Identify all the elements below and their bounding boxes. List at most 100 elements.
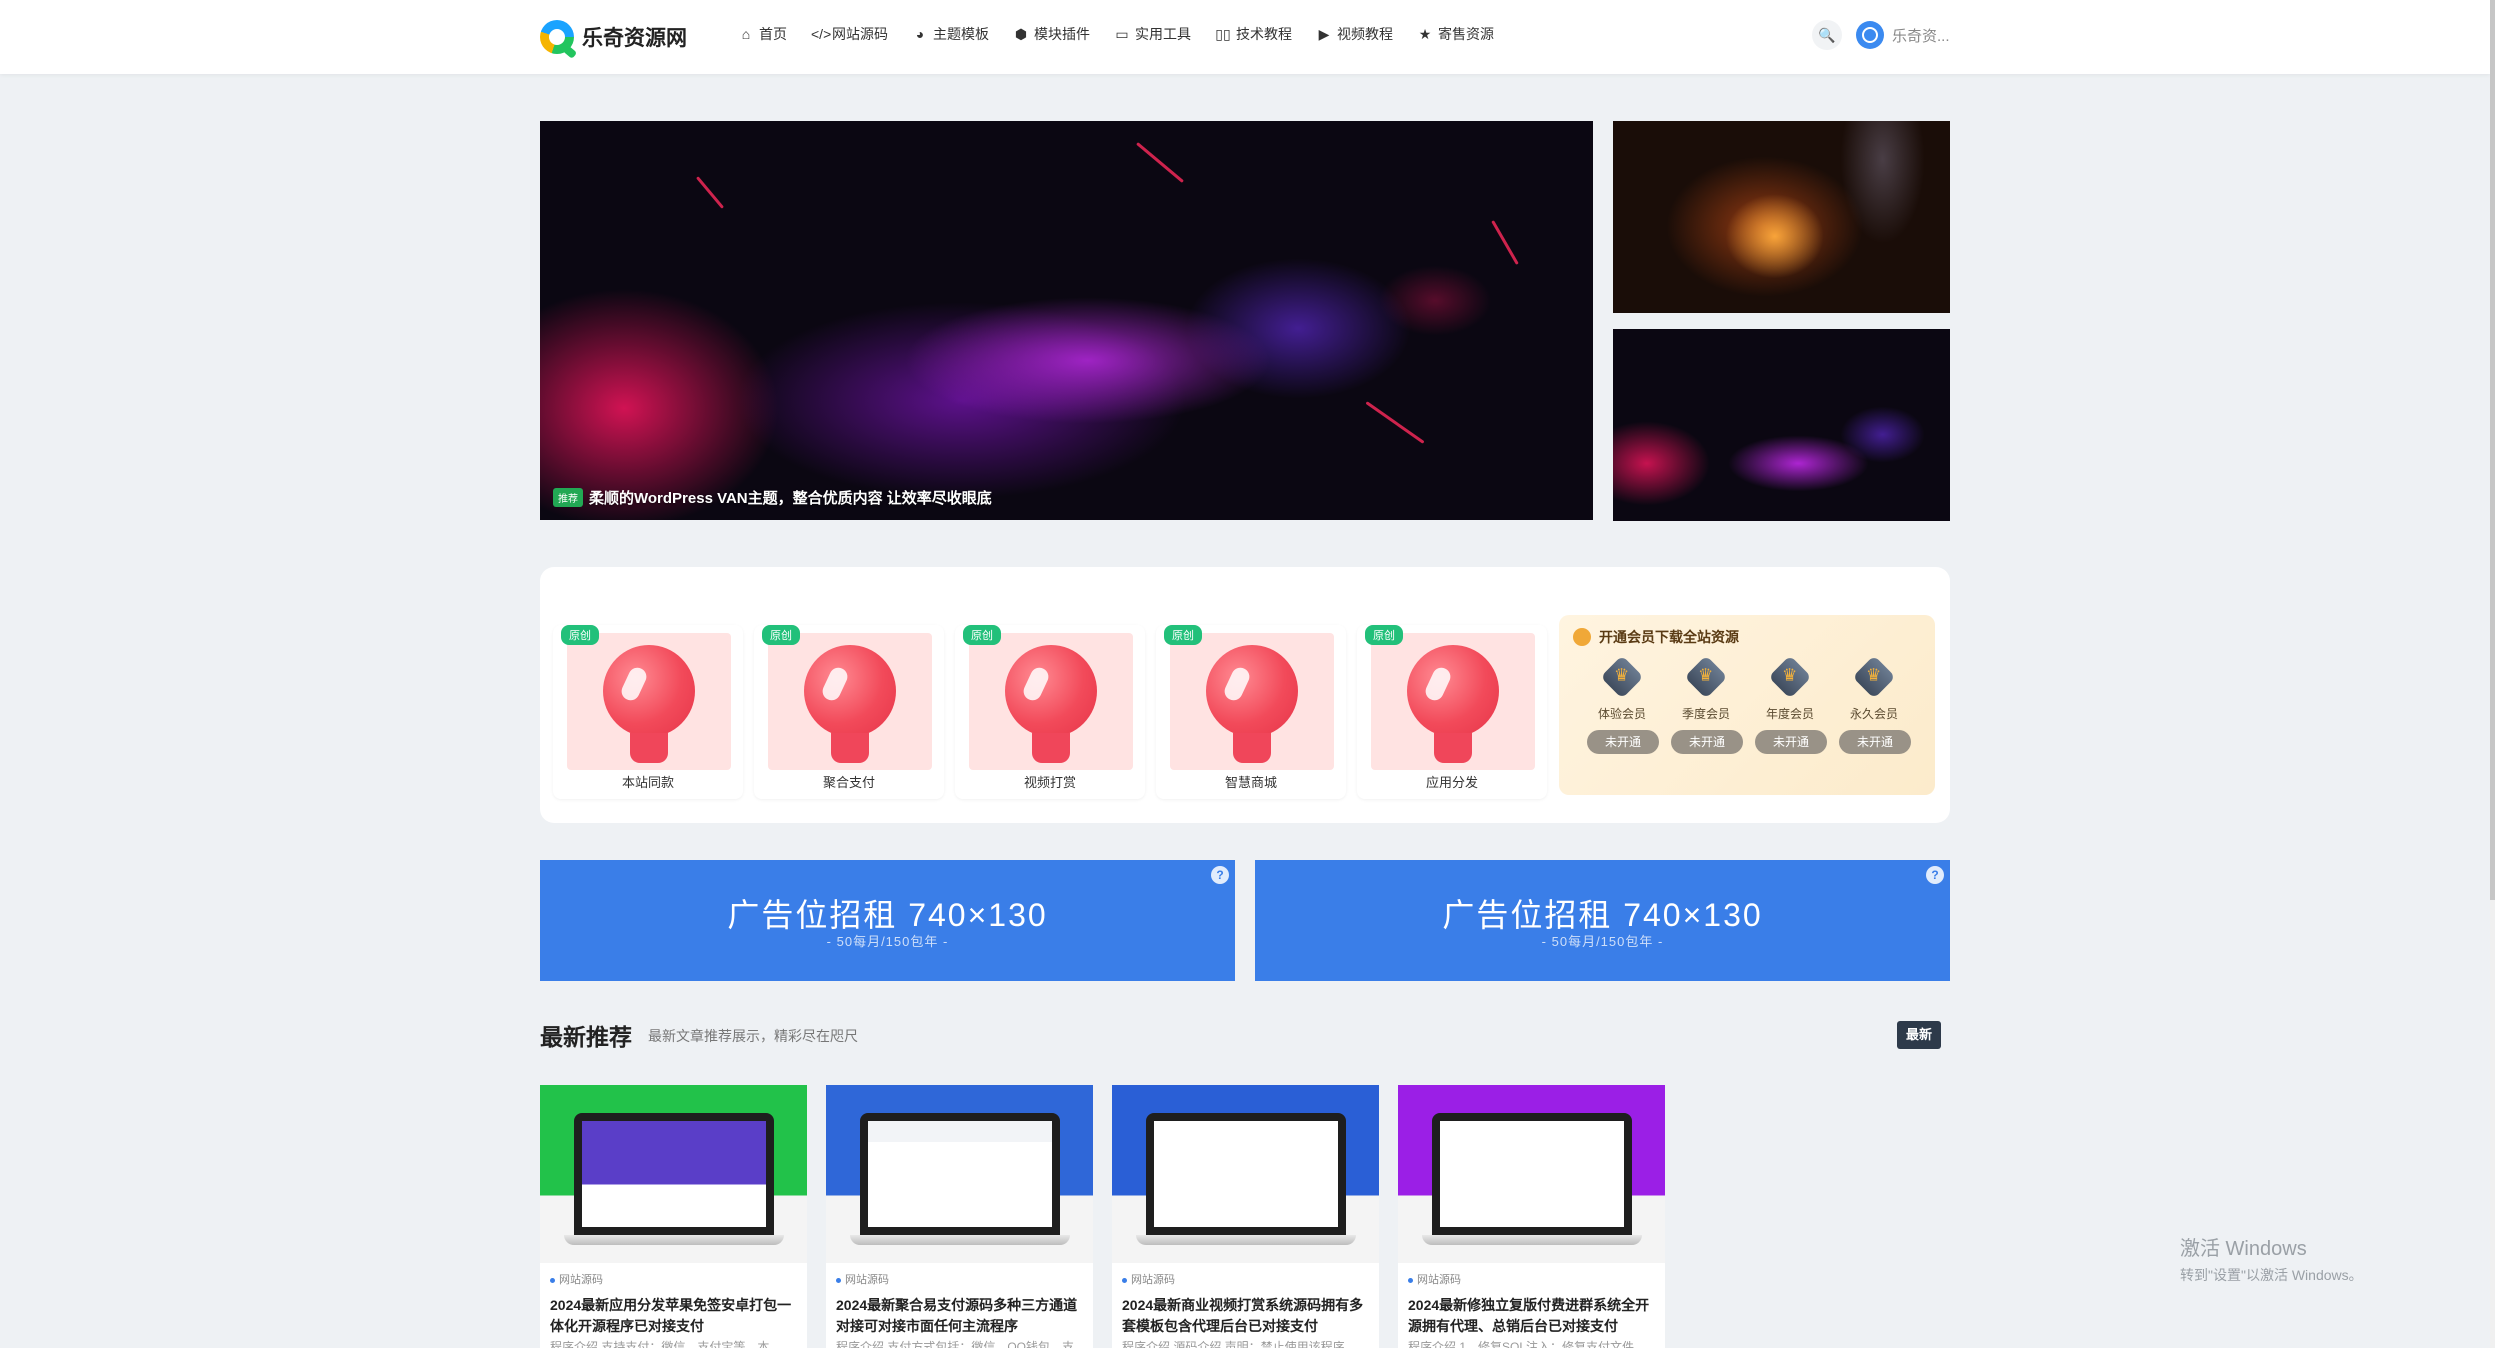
original-badge: 原创 xyxy=(963,625,1001,645)
decor-streak xyxy=(1491,220,1519,265)
search-button[interactable]: 🔍 xyxy=(1812,20,1842,50)
palette-icon: ◕ xyxy=(915,26,925,42)
feature-item[interactable]: 原创 聚合支付 xyxy=(754,625,944,799)
banner-title[interactable]: 柔顺的WordPress VAN主题，整合优质内容 让效率尽收眼底 xyxy=(589,487,992,508)
banner-caption: 推荐 柔顺的WordPress VAN主题，整合优质内容 让效率尽收眼底 xyxy=(553,487,992,508)
avatar[interactable] xyxy=(1856,21,1884,49)
post-thumbnail xyxy=(826,1085,1093,1263)
original-badge: 原创 xyxy=(1365,625,1403,645)
lightbulb-icon xyxy=(1005,645,1097,737)
laptop-base xyxy=(850,1235,1070,1245)
monitor-icon: ▭ xyxy=(1115,25,1129,42)
banner-side-bottom[interactable] xyxy=(1613,329,1950,521)
feature-image xyxy=(1371,633,1535,770)
vip-tier-name: 体验会员 xyxy=(1597,707,1646,721)
ad-banner[interactable]: 广告位招租 740×130 - 50每月/150包年 - ? xyxy=(540,860,1235,981)
post-category[interactable]: 网站源码 xyxy=(550,1271,603,1287)
laptop-base xyxy=(1136,1235,1356,1245)
user-name[interactable]: 乐奇资... xyxy=(1892,25,1950,46)
home-icon: ⌂ xyxy=(741,26,751,42)
lightbulb-icon xyxy=(603,645,695,737)
nav-label: 实用工具 xyxy=(1135,26,1191,42)
post-category[interactable]: 网站源码 xyxy=(836,1271,889,1287)
nav-tech-tutorials[interactable]: ▯▯ 技术教程 xyxy=(1215,24,1292,44)
nav-theme-templates[interactable]: ◕ 主题模板 xyxy=(912,24,989,44)
post-title[interactable]: 2024最新聚合易支付源码多种三方通道对接可对接市面任何主流程序 xyxy=(836,1295,1086,1337)
post-category[interactable]: 网站源码 xyxy=(1122,1271,1175,1287)
feature-image xyxy=(969,633,1133,770)
crown-icon xyxy=(1852,655,1896,699)
bulb-base xyxy=(1032,733,1070,763)
watermark-line1: 激活 Windows xyxy=(2180,1238,2307,1260)
nav-home[interactable]: ⌂ 首页 xyxy=(738,24,787,44)
bulb-base xyxy=(1233,733,1271,763)
vip-activate-button[interactable]: 未开通 xyxy=(1587,730,1659,754)
nav-label: 主题模板 xyxy=(933,26,989,42)
post-title[interactable]: 2024最新应用分发苹果免签安卓打包一体化开源程序已对接支付 xyxy=(550,1295,800,1337)
vip-title: 开通会员下载全站资源 xyxy=(1573,627,1739,647)
original-badge: 原创 xyxy=(762,625,800,645)
laptop-base xyxy=(564,1235,784,1245)
logo-icon xyxy=(540,20,574,54)
feature-item[interactable]: 原创 应用分发 xyxy=(1357,625,1547,799)
nav-consignment[interactable]: ★ 寄售资源 xyxy=(1417,24,1494,44)
feature-label: 智慧商城 xyxy=(1224,775,1277,790)
ad-title: 广告位招租 740×130 xyxy=(1442,897,1763,933)
nav-video-tutorials[interactable]: ▶ 视频教程 xyxy=(1316,24,1393,44)
laptop-base xyxy=(1422,1235,1642,1245)
feature-item[interactable]: 原创 智慧商城 xyxy=(1156,625,1346,799)
decor-streak xyxy=(1136,142,1184,183)
site-logo[interactable]: 乐奇资源网 xyxy=(540,16,687,58)
vip-tier-name: 永久会员 xyxy=(1849,707,1898,721)
vip-activate-button[interactable]: 未开通 xyxy=(1671,730,1743,754)
post-thumbnail xyxy=(540,1085,807,1263)
post-card[interactable]: 网站源码 2024最新聚合易支付源码多种三方通道对接可对接市面任何主流程序 程序… xyxy=(826,1085,1093,1348)
bulb-base xyxy=(1434,733,1472,763)
feature-label: 本站同款 xyxy=(621,775,674,790)
feature-label: 应用分发 xyxy=(1425,775,1478,790)
original-badge: 原创 xyxy=(561,625,599,645)
post-card[interactable]: 网站源码 2024最新商业视频打赏系统源码拥有多套模板包含代理后台已对接支付 程… xyxy=(1112,1085,1379,1348)
nav-label: 首页 xyxy=(759,26,787,42)
banner-side-top[interactable] xyxy=(1613,121,1950,313)
laptop-screen xyxy=(582,1121,766,1227)
ad-banner[interactable]: 广告位招租 740×130 - 50每月/150包年 - ? xyxy=(1255,860,1950,981)
post-title[interactable]: 2024最新商业视频打赏系统源码拥有多套模板包含代理后台已对接支付 xyxy=(1122,1295,1372,1337)
header-actions: 🔍 乐奇资... xyxy=(1812,20,1950,50)
vip-tier-name: 季度会员 xyxy=(1681,707,1730,721)
banner-main-slide[interactable]: 推荐 柔顺的WordPress VAN主题，整合优质内容 让效率尽收眼底 xyxy=(540,121,1593,520)
scrollbar-thumb[interactable] xyxy=(2490,0,2495,900)
main-nav: ⌂ 首页 </> 网站源码 ◕ 主题模板 ⬢ 模块插件 ▭ 实用工具 ▯▯ 技术教程 ▶ 视频… xyxy=(738,24,1494,44)
lightbulb-icon xyxy=(1206,645,1298,737)
feature-image xyxy=(1170,633,1334,770)
vip-tier: 季度会员 未开通 xyxy=(1671,655,1743,754)
page-scrollbar[interactable] xyxy=(2490,0,2495,1348)
book-icon: ▯▯ xyxy=(1215,25,1231,42)
feature-item[interactable]: 原创 本站同款 xyxy=(553,625,743,799)
nav-label: 视频教程 xyxy=(1337,26,1393,42)
star-icon: ★ xyxy=(1418,25,1432,42)
post-title[interactable]: 2024最新修独立复版付费进群系统全开源拥有代理、总销后台已对接支付 xyxy=(1408,1295,1658,1337)
nav-label: 技术教程 xyxy=(1236,26,1292,42)
nav-plugins[interactable]: ⬢ 模块插件 xyxy=(1013,24,1090,44)
ad-subtitle: - 50每月/150包年 - xyxy=(826,934,949,949)
nav-website-source[interactable]: </> 网站源码 xyxy=(811,24,888,44)
feature-item[interactable]: 原创 视频打赏 xyxy=(955,625,1145,799)
post-thumbnail xyxy=(1398,1085,1665,1263)
latest-button[interactable]: 最新 xyxy=(1897,1021,1941,1049)
vip-activate-button[interactable]: 未开通 xyxy=(1755,730,1827,754)
post-card[interactable]: 网站源码 2024最新修独立复版付费进群系统全开源拥有代理、总销后台已对接支付 … xyxy=(1398,1085,1665,1348)
section-title: 最新推荐 xyxy=(540,1024,632,1050)
post-excerpt: 程序介绍 支持支付：微信、支付宝等，本 xyxy=(550,1340,770,1348)
vip-activate-button[interactable]: 未开通 xyxy=(1839,730,1911,754)
nav-label: 网站源码 xyxy=(832,26,888,42)
help-icon[interactable]: ? xyxy=(1926,866,1944,884)
post-card[interactable]: 网站源码 2024最新应用分发苹果免签安卓打包一体化开源程序已对接支付 程序介绍… xyxy=(540,1085,807,1348)
bulb-base xyxy=(831,733,869,763)
nav-tools[interactable]: ▭ 实用工具 xyxy=(1114,24,1191,44)
post-category[interactable]: 网站源码 xyxy=(1408,1271,1461,1287)
help-icon[interactable]: ? xyxy=(1211,866,1229,884)
laptop-mockup xyxy=(1432,1113,1632,1239)
feature-image xyxy=(567,633,731,770)
post-thumbnail xyxy=(1112,1085,1379,1263)
